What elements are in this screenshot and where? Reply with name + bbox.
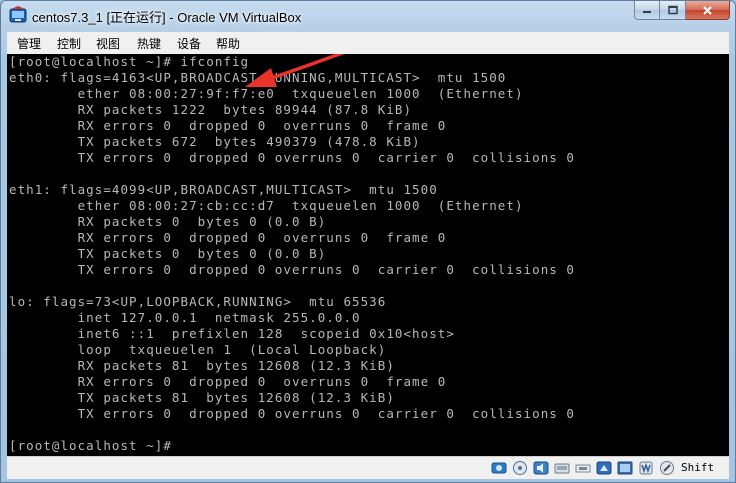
mouse-integration-icon[interactable] <box>659 460 675 476</box>
console-line: TX errors 0 dropped 0 overruns 0 carrier… <box>9 150 575 165</box>
console-line: TX packets 672 bytes 490379 (478.8 KiB) <box>9 134 421 149</box>
host-key-label[interactable]: Shift <box>681 461 714 474</box>
console-line: RX packets 1222 bytes 89944 (87.8 KiB) <box>9 102 413 117</box>
console-line: ether 08:00:27:9f:f7:e0 txqueuelen 1000 … <box>9 86 524 101</box>
console-line: ether 08:00:27:cb:cc:d7 txqueuelen 1000 … <box>9 198 524 213</box>
console-line: [root@localhost ~]# ifconfig <box>9 54 250 69</box>
menu-devices[interactable]: 设备 <box>177 35 201 52</box>
console-line: RX errors 0 dropped 0 overruns 0 frame 0 <box>9 374 447 389</box>
virtualbox-window: centos7.3_1 [正在运行] - Oracle VM VirtualBo… <box>0 0 736 483</box>
usb-icon[interactable] <box>575 460 591 476</box>
optical-drive-icon[interactable] <box>512 460 528 476</box>
network-icon[interactable] <box>554 460 570 476</box>
display-icon[interactable] <box>617 460 633 476</box>
menu-control[interactable]: 控制 <box>57 35 81 52</box>
menu-bar: 管理 控制 视图 热键 设备 帮助 <box>7 32 729 55</box>
console-line: loop txqueuelen 1 (Local Loopback) <box>9 342 387 357</box>
window-title: centos7.3_1 [正在运行] - Oracle VM VirtualBo… <box>32 10 302 25</box>
hard-disk-icon[interactable] <box>491 460 507 476</box>
console-line: RX packets 0 bytes 0 (0.0 B) <box>9 214 327 229</box>
console-line: inet 127.0.0.1 netmask 255.0.0.0 <box>9 310 361 325</box>
title-bar[interactable]: centos7.3_1 [正在运行] - Oracle VM VirtualBo… <box>1 1 735 31</box>
console-line: RX errors 0 dropped 0 overruns 0 frame 0 <box>9 118 447 133</box>
maximize-icon <box>667 5 678 15</box>
console-line: lo: flags=73<UP,LOOPBACK,RUNNING> mtu 65… <box>9 294 387 309</box>
vm-console-screen[interactable]: [root@localhost ~]# ifconfig eth0: flags… <box>7 54 729 456</box>
close-button[interactable] <box>686 1 730 20</box>
console-line: TX packets 81 bytes 12608 (12.3 KiB) <box>9 390 395 405</box>
video-capture-icon[interactable] <box>638 460 654 476</box>
menu-help[interactable]: 帮助 <box>216 35 240 52</box>
console-line: [root@localhost ~]# <box>9 438 172 453</box>
menu-manage[interactable]: 管理 <box>17 35 41 52</box>
minimize-button[interactable] <box>634 1 660 20</box>
audio-icon[interactable] <box>533 460 549 476</box>
console-line: eth0: flags=4163<UP,BROADCAST,RUNNING,MU… <box>9 70 507 85</box>
console-line: eth1: flags=4099<UP,BROADCAST,MULTICAST>… <box>9 182 438 197</box>
virtualbox-icon <box>9 6 27 23</box>
caption-buttons <box>634 1 730 21</box>
console-line: RX packets 81 bytes 12608 (12.3 KiB) <box>9 358 395 373</box>
shared-folders-icon[interactable] <box>596 460 612 476</box>
minimize-icon <box>643 11 651 13</box>
console-line: TX errors 0 dropped 0 overruns 0 carrier… <box>9 406 575 421</box>
maximize-button[interactable] <box>660 1 686 20</box>
menu-view[interactable]: 视图 <box>96 35 120 52</box>
close-icon <box>703 5 712 15</box>
console-line: TX packets 0 bytes 0 (0.0 B) <box>9 246 327 261</box>
console-line: TX errors 0 dropped 0 overruns 0 carrier… <box>9 262 575 277</box>
console-line: inet6 ::1 prefixlen 128 scopeid 0x10<hos… <box>9 326 455 341</box>
status-bar: Shift <box>7 456 729 479</box>
menu-hotkeys[interactable]: 热键 <box>137 35 161 52</box>
console-line: RX errors 0 dropped 0 overruns 0 frame 0 <box>9 230 447 245</box>
